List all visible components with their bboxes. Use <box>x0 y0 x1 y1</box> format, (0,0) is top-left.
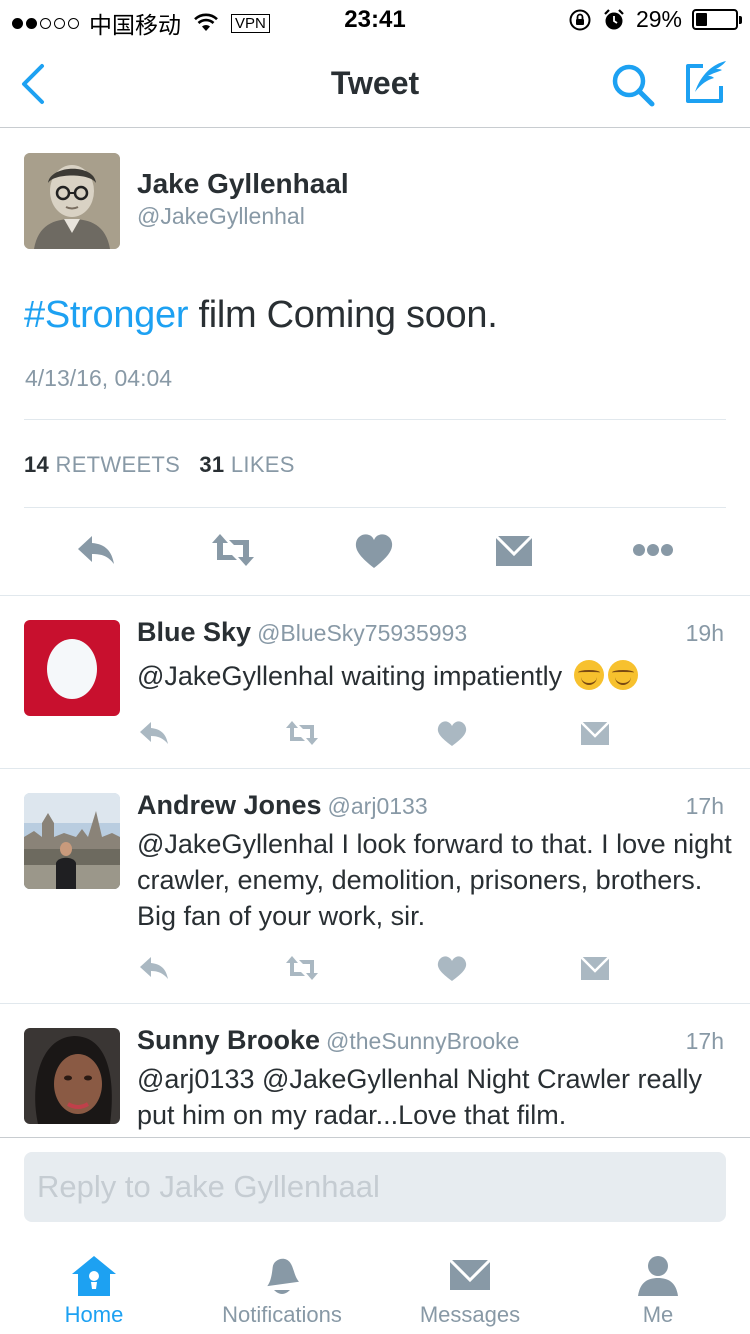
divider <box>0 768 750 769</box>
reply-time: 17h <box>685 1028 724 1054</box>
reply-avatar[interactable] <box>24 1028 120 1124</box>
divider <box>0 1003 750 1004</box>
reply-author-name: Blue Sky <box>137 617 252 647</box>
more-options-icon[interactable] <box>631 530 675 570</box>
reply-text: @arj0133 @JakeGyllenhal Night Crawler re… <box>137 1064 703 1130</box>
reply-icon[interactable] <box>137 953 171 983</box>
author-name[interactable]: Jake Gyllenhaal <box>137 168 349 200</box>
tab-bar: Home Notifications Messages Me <box>0 1240 750 1334</box>
reply-composer[interactable] <box>24 1152 726 1222</box>
author-handle[interactable]: @JakeGyllenhal <box>137 203 305 230</box>
smiling-emoji-icon <box>607 660 638 690</box>
reply-author-handle: @BlueSky75935993 <box>257 620 468 646</box>
battery-percent: 29% <box>635 6 682 32</box>
like-heart-icon[interactable] <box>352 530 396 570</box>
reply-author-name: Andrew Jones <box>137 790 322 820</box>
reply-avatar[interactable] <box>24 620 120 716</box>
hashtag-link[interactable]: #Stronger <box>24 294 188 336</box>
reply-author-name: Sunny Brooke <box>137 1025 321 1055</box>
tab-label: Messages <box>419 1302 521 1327</box>
reply-time: 17h <box>685 793 724 819</box>
status-right: 29% <box>568 6 742 33</box>
tab-home[interactable]: Home <box>0 1240 188 1334</box>
retweets-stat[interactable]: 14 RETWEETS <box>24 452 180 477</box>
tab-messages[interactable]: Messages <box>376 1240 564 1334</box>
likes-count: 31 <box>199 452 225 477</box>
compose-icon[interactable] <box>683 58 729 106</box>
smiling-emoji-icon <box>573 660 604 690</box>
reply-author[interactable]: Blue Sky @BlueSky75935993 <box>137 617 467 648</box>
alarm-icon <box>604 8 624 29</box>
retweet-icon[interactable] <box>211 530 255 570</box>
orientation-lock-icon <box>569 9 591 30</box>
envelope-icon <box>448 1258 492 1290</box>
divider <box>0 595 750 596</box>
home-icon <box>72 1256 116 1296</box>
battery-icon <box>692 9 742 30</box>
retweets-label: RETWEETS <box>55 452 181 477</box>
nav-bar: Tweet <box>0 40 750 128</box>
direct-message-icon[interactable] <box>492 530 536 570</box>
tab-label: Home <box>64 1302 124 1327</box>
reply-text-body: @JakeGyllenhal waiting impatiently <box>137 661 563 691</box>
reply-author[interactable]: Andrew Jones @arj0133 <box>137 790 428 821</box>
likes-stat[interactable]: 31 LIKES <box>199 452 294 477</box>
reply-icon[interactable] <box>137 718 171 748</box>
likes-label: LIKES <box>230 452 295 477</box>
like-heart-icon[interactable] <box>435 953 469 983</box>
tweet-stats: 14 RETWEETS 31 LIKES <box>24 452 295 478</box>
reply-avatar[interactable] <box>24 793 120 889</box>
tweet-timestamp: 4/13/16, 04:04 <box>25 365 173 391</box>
tab-label: Notifications <box>222 1302 342 1327</box>
direct-message-icon[interactable] <box>578 953 612 983</box>
person-icon <box>638 1256 678 1296</box>
reply-input[interactable] <box>24 1152 726 1222</box>
status-bar: 中国移动 VPN 23:41 29% <box>0 0 750 40</box>
reply-text: @JakeGyllenhal waiting impatiently <box>137 658 737 694</box>
tweet-body: film Coming soon. <box>188 294 498 336</box>
author-avatar[interactable] <box>24 153 120 249</box>
reply-icon[interactable] <box>74 530 118 570</box>
retweets-count: 14 <box>24 452 50 477</box>
tab-label: Me <box>642 1302 674 1327</box>
retweet-icon[interactable] <box>285 953 319 983</box>
reply-text: @JakeGyllenhal I look forward to that. I… <box>137 829 732 931</box>
bell-icon <box>267 1258 299 1294</box>
direct-message-icon[interactable] <box>578 718 612 748</box>
tab-notifications[interactable]: Notifications <box>188 1240 376 1334</box>
divider <box>24 419 726 420</box>
reply-time: 19h <box>685 620 724 646</box>
reply-author[interactable]: Sunny Brooke @theSunnyBrooke <box>137 1025 519 1056</box>
like-heart-icon[interactable] <box>435 718 469 748</box>
retweet-icon[interactable] <box>285 718 319 748</box>
reply-author-handle: @arj0133 <box>327 793 428 819</box>
divider <box>24 507 726 508</box>
search-icon[interactable] <box>610 62 656 108</box>
tab-me[interactable]: Me <box>564 1240 750 1334</box>
tweet-text: #Stronger film Coming soon. <box>24 294 498 337</box>
reply-author-handle: @theSunnyBrooke <box>326 1028 520 1054</box>
